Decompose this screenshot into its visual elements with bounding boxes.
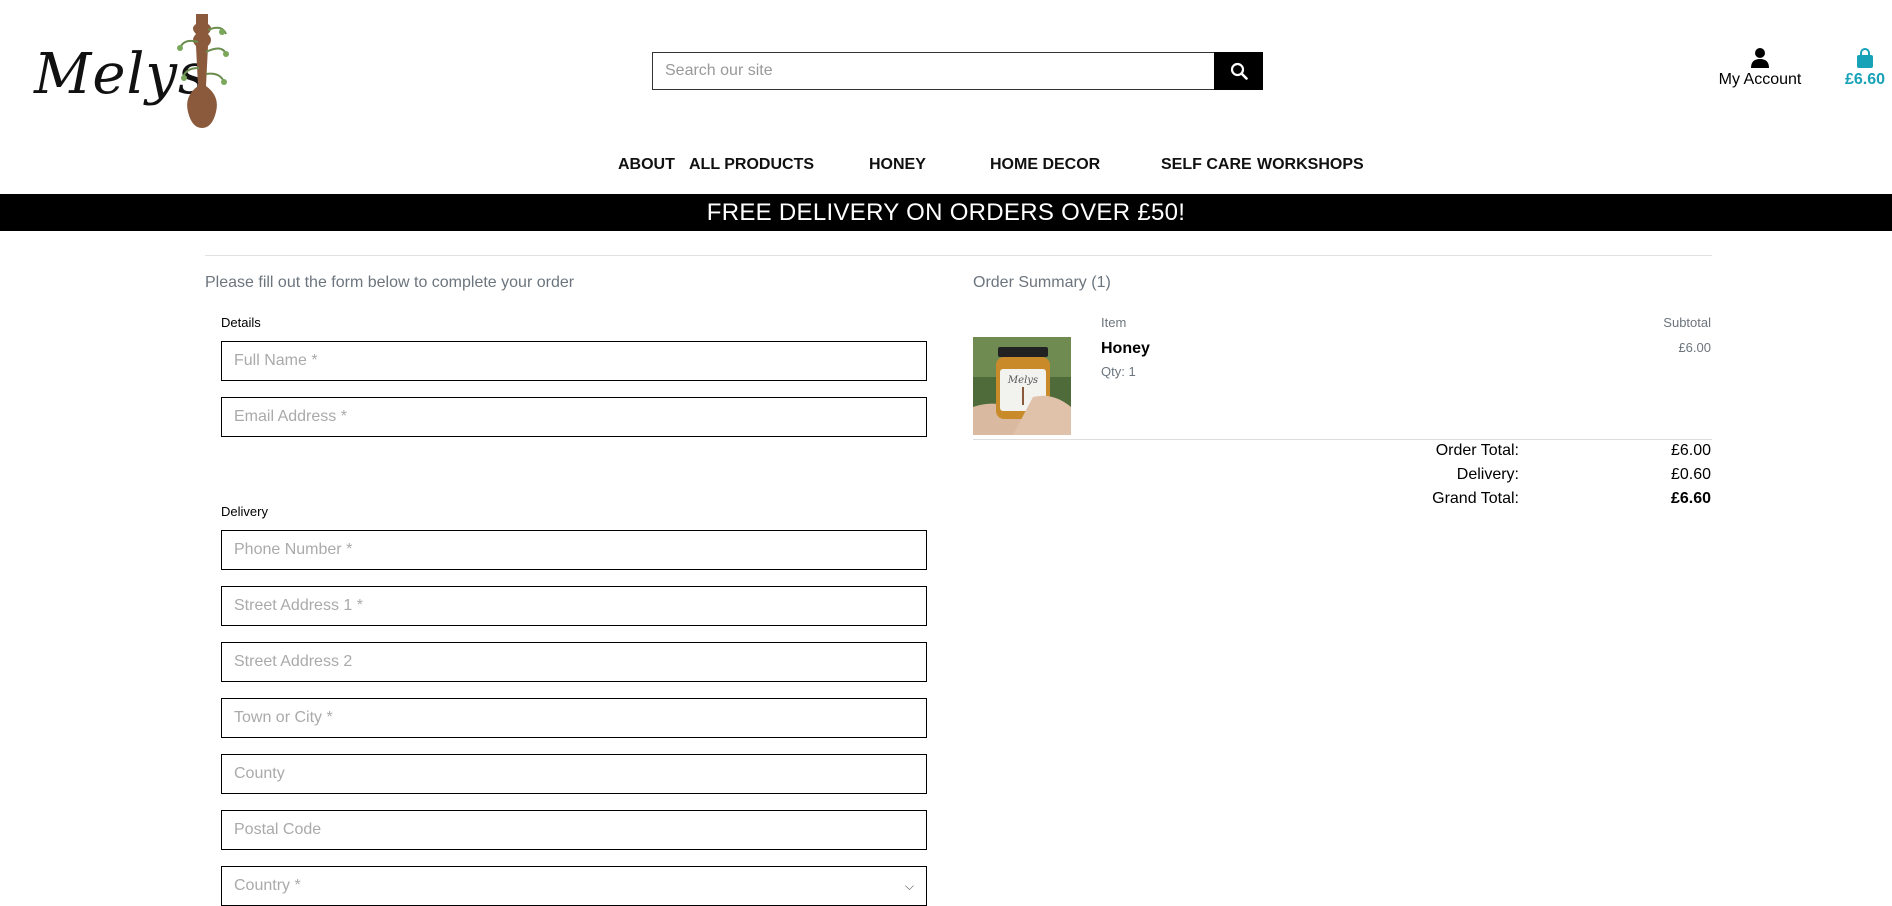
full-name-field[interactable] (221, 341, 927, 381)
search-bar (652, 52, 1263, 90)
product-image-honey: Melys (973, 337, 1071, 435)
order-total-label: Order Total: (1435, 442, 1519, 459)
product-qty: Qty: 1 (1101, 364, 1136, 379)
col-header-item: Item (1101, 315, 1127, 330)
product-name: Honey (1101, 340, 1150, 357)
street-address-1-field[interactable] (221, 586, 927, 626)
street-address-2-field[interactable] (221, 642, 927, 682)
summary-divider (973, 439, 1712, 440)
postal-code-field[interactable] (221, 810, 927, 850)
nav-item-all-products[interactable]: ALL PRODUCTS (689, 156, 814, 174)
wooden-spoon-icon (177, 14, 229, 128)
nav-item-home-decor[interactable]: HOME DECOR (990, 156, 1100, 174)
divider (205, 255, 1712, 256)
delivery-legend: Delivery (221, 504, 268, 519)
nav-item-workshops[interactable]: WORKSHOPS (1257, 156, 1364, 174)
delivery-label: Delivery: (1456, 466, 1519, 483)
main-nav: ABOUT ALL PRODUCTS HONEY HOME DECOR SELF… (0, 156, 1892, 178)
delivery-value: £0.60 (1670, 466, 1711, 483)
col-header-subtotal: Subtotal (1663, 315, 1711, 330)
search-button[interactable] (1214, 52, 1263, 90)
free-delivery-banner: FREE DELIVERY ON ORDERS OVER £50! (0, 194, 1892, 231)
bag-total: £6.60 (1844, 71, 1886, 88)
shopping-bag-link[interactable]: £6.60 (1838, 48, 1892, 89)
shopping-bag-icon (1857, 48, 1873, 68)
nav-item-self-care[interactable]: SELF CARE (1161, 156, 1252, 174)
product-subtotal: £6.00 (1678, 340, 1711, 355)
grand-total-value: £6.60 (1670, 490, 1711, 507)
nav-item-honey[interactable]: HONEY (869, 156, 926, 174)
site-logo[interactable]: Melys (32, 12, 232, 130)
user-icon (1751, 48, 1769, 68)
chevron-down-icon: ⌵ (904, 878, 914, 893)
form-intro: Please fill out the form below to comple… (205, 274, 575, 291)
details-legend: Details (221, 315, 261, 330)
county-field[interactable] (221, 754, 927, 794)
my-account-label: My Account (1718, 71, 1802, 88)
svg-text:Melys: Melys (1007, 375, 1038, 386)
email-field[interactable] (221, 397, 927, 437)
my-account-link[interactable]: My Account (1712, 48, 1808, 89)
phone-field[interactable] (221, 530, 927, 570)
grand-total-label: Grand Total: (1432, 490, 1519, 507)
search-input[interactable] (652, 52, 1214, 90)
nav-item-about[interactable]: ABOUT (618, 156, 675, 174)
country-select-placeholder: Country * (234, 877, 301, 894)
town-city-field[interactable] (221, 698, 927, 738)
country-select[interactable]: Country * ⌵ (221, 866, 927, 906)
order-summary-title: Order Summary (1) (973, 274, 1111, 291)
search-icon (1230, 62, 1248, 80)
order-total-value: £6.00 (1670, 442, 1711, 459)
